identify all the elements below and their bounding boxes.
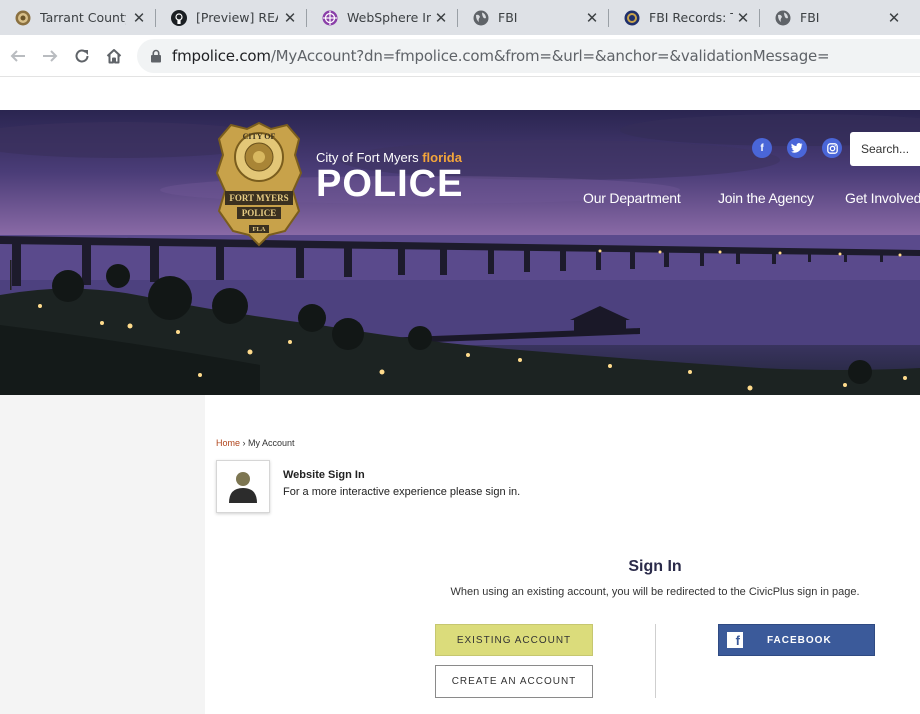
tab-fbi-2[interactable]: FBI ✕ — [760, 0, 910, 35]
breadcrumb-separator: › — [240, 438, 249, 448]
globe-icon — [775, 10, 791, 26]
close-tab-icon[interactable]: ✕ — [282, 10, 298, 26]
facebook-icon: f — [727, 632, 743, 648]
close-tab-icon[interactable]: ✕ — [131, 10, 147, 26]
left-sidebar-area — [0, 395, 205, 714]
forward-button[interactable] — [36, 42, 64, 70]
tab-fbi-records[interactable]: FBI Records: The Vault ✕ — [609, 0, 759, 35]
nav-our-department[interactable]: Our Department — [583, 190, 681, 206]
twitter-social-icon[interactable] — [787, 138, 807, 158]
facebook-social-icon[interactable]: f — [752, 138, 772, 158]
reload-icon — [75, 49, 89, 63]
user-avatar — [216, 460, 270, 513]
signin-divider — [655, 624, 656, 698]
arrow-left-icon — [10, 50, 25, 62]
url-text: fmpolice.com/MyAccount?dn=fmpolice.com&f… — [172, 47, 830, 65]
tab-title: FBI — [498, 10, 518, 25]
tab-title: Tarrant County — [40, 10, 126, 25]
fbi-seal-icon — [624, 10, 640, 26]
existing-account-button[interactable]: EXISTING ACCOUNT — [435, 624, 593, 656]
badge-text-bottom: POLICE — [242, 208, 277, 218]
globe-icon — [473, 10, 489, 26]
website-signin-title: Website Sign In — [283, 469, 365, 481]
instagram-camera-icon — [826, 142, 838, 154]
home-icon — [106, 49, 122, 64]
breadcrumb: Home › My Account — [216, 438, 295, 448]
arrow-right-icon — [43, 50, 58, 62]
reload-button[interactable] — [68, 42, 96, 70]
facebook-signin-button[interactable]: f FACEBOOK — [718, 624, 875, 656]
tab-websphere[interactable]: WebSphere Integrated ✕ — [307, 0, 457, 35]
facebook-signin-label: FACEBOOK — [767, 634, 832, 646]
tab-fbi[interactable]: FBI ✕ — [458, 0, 608, 35]
brand-title: POLICE — [316, 163, 464, 205]
twitter-bird-icon — [791, 143, 803, 153]
tab-title: WebSphere Integrated — [347, 10, 431, 25]
lock-icon — [151, 49, 161, 63]
signin-heading: Sign In — [628, 558, 682, 575]
tab-strip: Tarrant County ✕ [Preview] README ✕ WebS… — [0, 0, 920, 35]
url-path: /MyAccount?dn=fmpolice.com&from=&url=&an… — [270, 47, 830, 65]
police-badge-logo[interactable]: CITY OF FORT MYERS POLICE FLA — [215, 121, 303, 247]
breadcrumb-home-link[interactable]: Home — [216, 438, 240, 448]
back-button[interactable] — [4, 42, 32, 70]
close-tab-icon[interactable]: ✕ — [433, 10, 449, 26]
website-signin-description: For a more interactive experience please… — [283, 486, 521, 498]
breadcrumb-current: My Account — [248, 438, 295, 448]
nav-join-the-agency[interactable]: Join the Agency — [718, 190, 814, 206]
badge-text-top: CITY OF — [243, 132, 276, 141]
tab-tarrant-county[interactable]: Tarrant County ✕ — [0, 0, 155, 35]
tab-github-readme[interactable]: [Preview] README ✕ — [156, 0, 306, 35]
home-button[interactable] — [100, 42, 128, 70]
signin-redirect-note: When using an existing account, you will… — [450, 586, 860, 598]
url-host: fmpolice.com — [172, 47, 271, 65]
address-bar[interactable]: fmpolice.com/MyAccount?dn=fmpolice.com&f… — [137, 39, 920, 73]
county-seal-icon — [15, 10, 31, 26]
user-silhouette-icon — [229, 471, 257, 503]
websphere-icon — [322, 10, 338, 26]
badge-text-mid: FORT MYERS — [229, 193, 288, 203]
browser-toolbar: fmpolice.com/MyAccount?dn=fmpolice.com&f… — [0, 35, 920, 77]
close-tab-icon[interactable]: ✕ — [886, 10, 902, 26]
tab-title: [Preview] README — [196, 10, 278, 25]
tab-title: FBI — [800, 10, 820, 25]
nav-get-involved[interactable]: Get Involved — [845, 190, 920, 206]
badge-text-state: FLA — [253, 226, 266, 233]
github-icon — [171, 9, 187, 26]
search-placeholder: Search... — [861, 142, 910, 156]
tab-title: FBI Records: The Vault — [649, 10, 733, 25]
create-account-button[interactable]: CREATE AN ACCOUNT — [435, 665, 593, 698]
close-tab-icon[interactable]: ✕ — [584, 10, 600, 26]
site-brand[interactable]: City of Fort Myers florida POLICE — [316, 150, 464, 205]
close-tab-icon[interactable]: ✕ — [735, 10, 751, 26]
instagram-social-icon[interactable] — [822, 138, 842, 158]
site-search-input[interactable]: Search... — [850, 132, 920, 166]
